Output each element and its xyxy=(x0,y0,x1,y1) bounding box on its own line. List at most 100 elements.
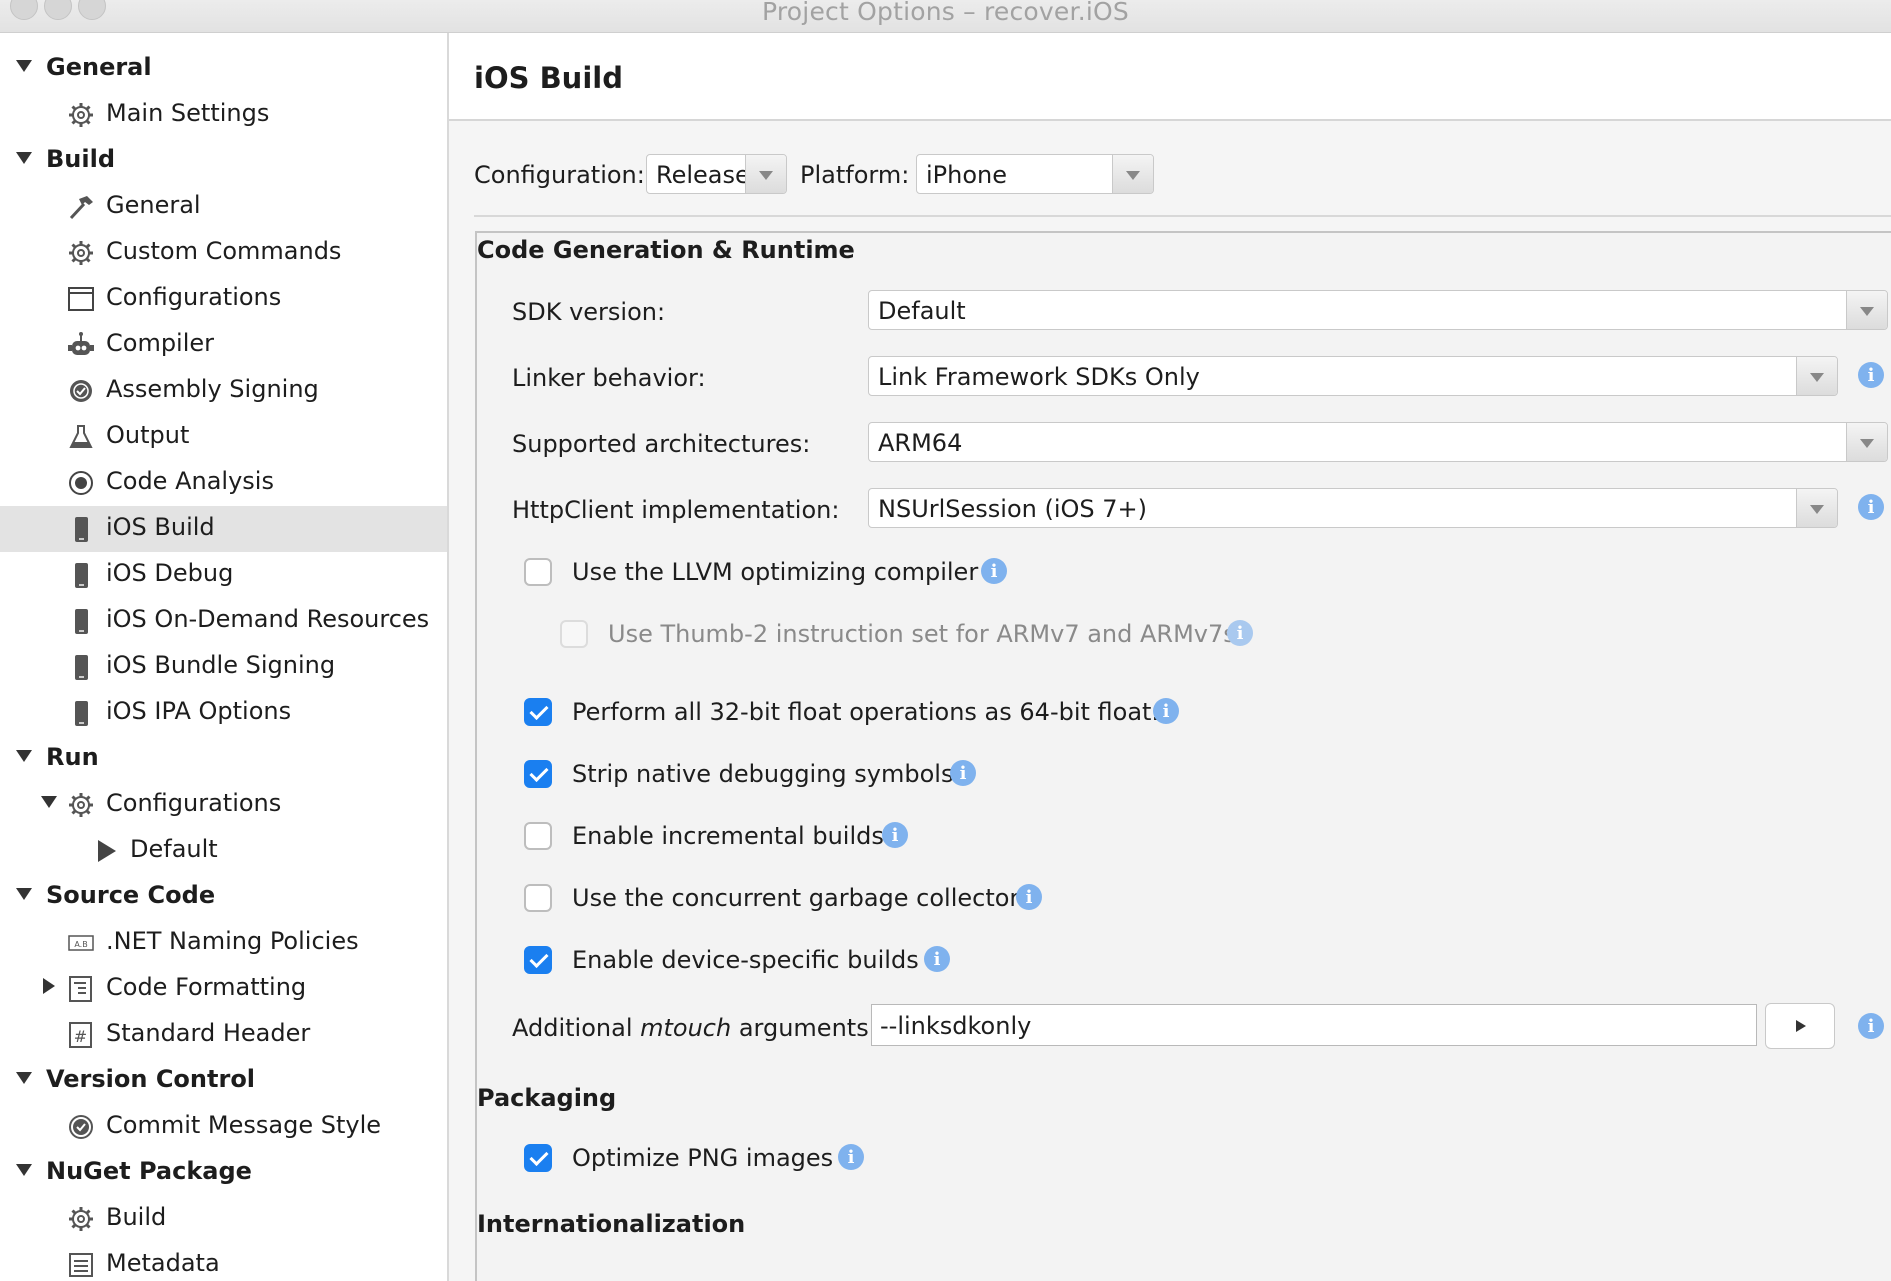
sidebar-item-naming-policies[interactable]: A.B .NET Naming Policies xyxy=(0,920,447,966)
tree-group-nuget-package[interactable]: NuGet Package xyxy=(0,1150,447,1196)
sidebar-item-label: Metadata xyxy=(106,1249,220,1277)
tree-group-general[interactable]: General xyxy=(0,46,447,92)
tree-group-run[interactable]: Run xyxy=(0,736,447,782)
linker-behavior-value: Link Framework SDKs Only xyxy=(878,363,1200,391)
sidebar-item-label: iOS IPA Options xyxy=(106,697,292,725)
tree-group-label: Run xyxy=(46,743,99,771)
seal-icon xyxy=(70,380,92,402)
llvm-compiler-checkbox[interactable] xyxy=(524,558,552,586)
dropdown-button[interactable] xyxy=(1112,155,1153,193)
hash-icon: # xyxy=(69,1022,92,1048)
float64-checkbox[interactable] xyxy=(524,698,552,726)
info-icon[interactable]: i xyxy=(1858,362,1884,388)
info-icon[interactable]: i xyxy=(950,760,976,786)
incremental-builds-checkbox[interactable] xyxy=(524,822,552,850)
sidebar-item-label: Code Analysis xyxy=(106,467,274,495)
sidebar-item-build-general[interactable]: General xyxy=(0,184,447,230)
info-icon[interactable]: i xyxy=(882,822,908,848)
sidebar-item-label: Output xyxy=(106,421,190,449)
chevron-down-icon[interactable] xyxy=(16,1164,32,1176)
sidebar-item-ios-build[interactable]: iOS Build xyxy=(0,506,447,552)
configuration-select[interactable]: Release xyxy=(646,154,787,194)
httpclient-implementation-select[interactable]: NSUrlSession (iOS 7+) xyxy=(868,488,1838,528)
tree-group-version-control[interactable]: Version Control xyxy=(0,1058,447,1104)
chevron-down-icon[interactable] xyxy=(16,152,32,164)
info-icon[interactable]: i xyxy=(1153,698,1179,724)
thumb2-checkbox[interactable] xyxy=(560,620,588,648)
chevron-down-icon[interactable] xyxy=(16,1072,32,1084)
info-icon[interactable]: i xyxy=(1858,494,1884,520)
sidebar-item-standard-header[interactable]: # Standard Header xyxy=(0,1012,447,1058)
info-icon[interactable]: i xyxy=(981,558,1007,584)
mtouch-run-button[interactable] xyxy=(1765,1003,1835,1049)
sidebar-item-label: Build xyxy=(106,1203,167,1231)
sidebar-item-compiler[interactable]: Compiler xyxy=(0,322,447,368)
play-icon xyxy=(1796,1020,1806,1032)
platform-select[interactable]: iPhone xyxy=(916,154,1154,194)
dropdown-button[interactable] xyxy=(745,155,786,193)
strip-symbols-checkbox[interactable] xyxy=(524,760,552,788)
phone-icon xyxy=(75,563,88,588)
section-title-internationalization: Internationalization xyxy=(477,1210,746,1238)
llvm-compiler-label: Use the LLVM optimizing compiler xyxy=(572,558,979,586)
gear-icon xyxy=(69,1207,93,1231)
sidebar-item-custom-commands[interactable]: Custom Commands xyxy=(0,230,447,276)
thumb2-label: Use Thumb-2 instruction set for ARMv7 an… xyxy=(608,620,1236,648)
sidebar-item-ios-debug[interactable]: iOS Debug xyxy=(0,552,447,598)
sidebar-item-run-default[interactable]: Default xyxy=(0,828,447,874)
sidebar-item-code-formatting[interactable]: Code Formatting xyxy=(0,966,447,1012)
sidebar-item-commit-message-style[interactable]: Commit Message Style xyxy=(0,1104,447,1150)
info-icon[interactable]: i xyxy=(838,1144,864,1170)
sidebar-item-code-analysis[interactable]: Code Analysis xyxy=(0,460,447,506)
supported-architectures-select[interactable]: ARM64 xyxy=(868,422,1888,462)
sidebar-item-label: Main Settings xyxy=(106,99,270,127)
sidebar-item-ios-on-demand-resources[interactable]: iOS On-Demand Resources xyxy=(0,598,447,644)
sidebar-item-output[interactable]: Output xyxy=(0,414,447,460)
chevron-down-icon xyxy=(1860,307,1874,316)
sidebar-item-label: Assembly Signing xyxy=(106,375,319,403)
concurrent-gc-checkbox[interactable] xyxy=(524,884,552,912)
chevron-right-icon[interactable] xyxy=(43,978,55,994)
dropdown-button[interactable] xyxy=(1796,357,1837,395)
sidebar-item-label: Code Formatting xyxy=(106,973,307,1001)
flask-icon xyxy=(69,425,93,448)
divider xyxy=(474,215,1891,217)
tree-group-build[interactable]: Build xyxy=(0,138,447,184)
sidebar-item-label: Configurations xyxy=(106,789,282,817)
linker-behavior-select[interactable]: Link Framework SDKs Only xyxy=(868,356,1838,396)
sidebar-item-configurations[interactable]: Configurations xyxy=(0,276,447,322)
mtouch-arguments-input[interactable]: --linksdkonly xyxy=(871,1004,1757,1046)
sidebar-item-assembly-signing[interactable]: Assembly Signing xyxy=(0,368,447,414)
dropdown-button[interactable] xyxy=(1846,291,1887,329)
chevron-down-icon[interactable] xyxy=(41,796,57,808)
target-icon xyxy=(69,471,93,495)
linker-behavior-label: Linker behavior: xyxy=(512,364,706,392)
optimize-png-checkbox[interactable] xyxy=(524,1144,552,1172)
info-icon[interactable]: i xyxy=(1227,620,1253,646)
chevron-down-icon xyxy=(1810,373,1824,382)
mtouch-arguments-value: --linksdkonly xyxy=(880,1012,1032,1040)
tree-group-source-code[interactable]: Source Code xyxy=(0,874,447,920)
gear-icon xyxy=(69,241,93,265)
device-specific-builds-checkbox[interactable] xyxy=(524,946,552,974)
info-icon[interactable]: i xyxy=(924,946,950,972)
sidebar-item-main-settings[interactable]: Main Settings xyxy=(0,92,447,138)
page-title: iOS Build xyxy=(474,61,623,95)
dropdown-button[interactable] xyxy=(1796,489,1837,527)
sidebar-item-run-configurations[interactable]: Configurations xyxy=(0,782,447,828)
chevron-down-icon[interactable] xyxy=(16,750,32,762)
dropdown-button[interactable] xyxy=(1846,423,1887,461)
info-icon[interactable]: i xyxy=(1858,1013,1884,1039)
chevron-down-icon[interactable] xyxy=(16,888,32,900)
supported-architectures-label: Supported architectures: xyxy=(512,430,811,458)
info-icon[interactable]: i xyxy=(1016,884,1042,910)
sidebar-item-label: General xyxy=(106,191,201,219)
page-header: iOS Build xyxy=(449,33,1891,121)
sidebar-item-ios-bundle-signing[interactable]: iOS Bundle Signing xyxy=(0,644,447,690)
httpclient-implementation-label: HttpClient implementation: xyxy=(512,496,840,524)
sidebar-item-ios-ipa-options[interactable]: iOS IPA Options xyxy=(0,690,447,736)
sidebar-item-nuget-metadata[interactable]: Metadata xyxy=(0,1242,447,1281)
chevron-down-icon[interactable] xyxy=(16,60,32,72)
sidebar-item-nuget-build[interactable]: Build xyxy=(0,1196,447,1242)
sdk-version-select[interactable]: Default xyxy=(868,290,1888,330)
